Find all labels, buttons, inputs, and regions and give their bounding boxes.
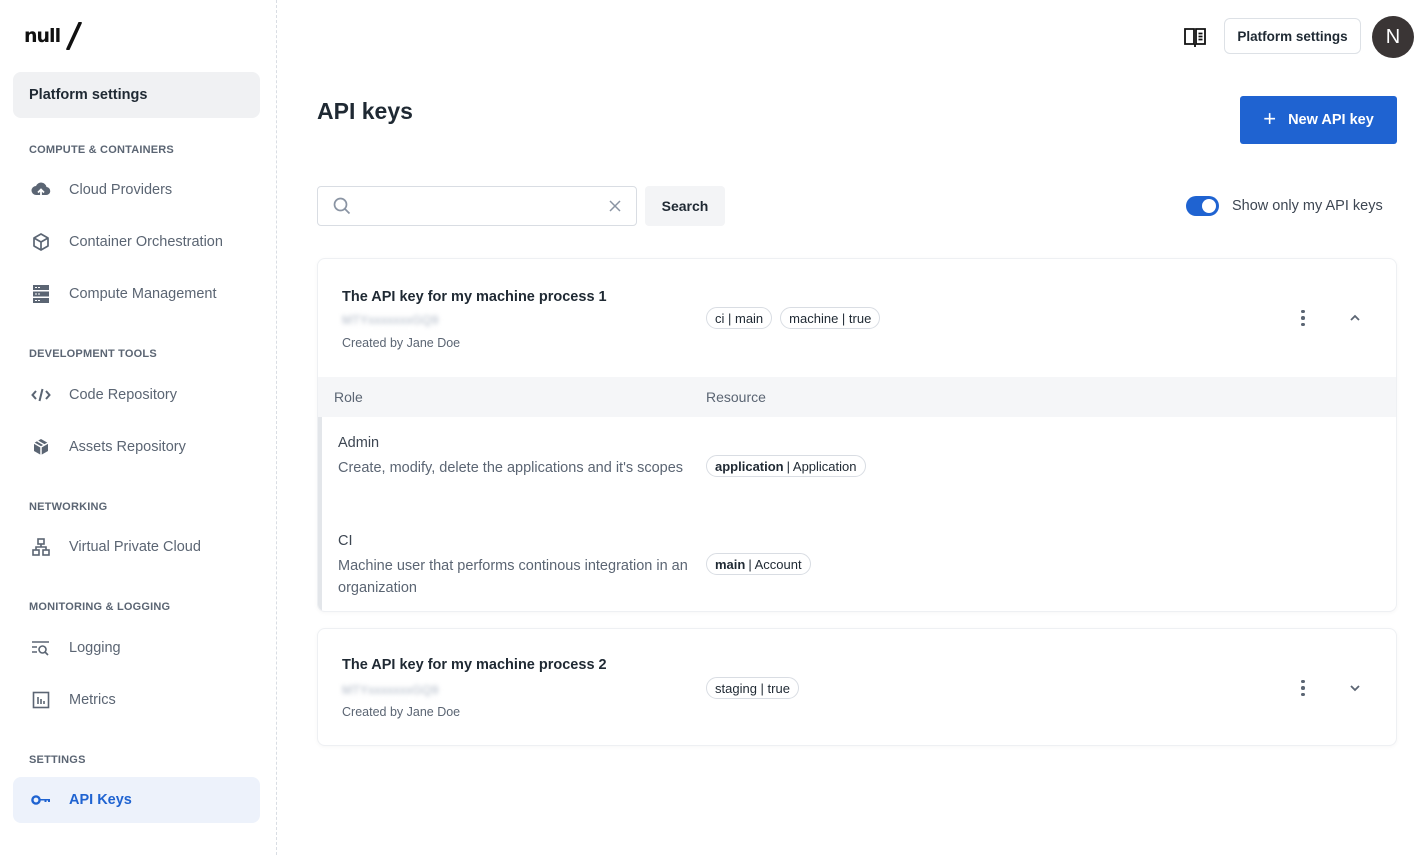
- sidebar-item-label: Logging: [69, 640, 121, 656]
- sidebar-item-logging[interactable]: Logging: [13, 625, 260, 671]
- more-options-icon[interactable]: [1293, 307, 1313, 329]
- code-icon: [29, 383, 53, 407]
- page-title: API keys: [317, 98, 413, 124]
- sidebar-item-api-keys[interactable]: API Keys: [13, 777, 260, 823]
- sidebar-item-metrics[interactable]: Metrics: [13, 677, 260, 723]
- column-resource: Resource: [706, 389, 766, 405]
- resource-tag: application | Application: [706, 455, 866, 477]
- resource-id: main: [715, 556, 746, 572]
- sidebar-item-cloud-providers[interactable]: Cloud Providers: [13, 167, 260, 213]
- chevron-down-icon[interactable]: [1346, 679, 1364, 697]
- sidebar-item-label: Cloud Providers: [69, 182, 173, 198]
- section-monitoring-logging: MONITORING & LOGGING: [29, 601, 171, 613]
- role-name: CI: [338, 533, 353, 549]
- book-icon[interactable]: [1183, 26, 1207, 48]
- sidebar-item-assets-repository[interactable]: Assets Repository: [13, 424, 260, 470]
- plus-icon: +: [1263, 106, 1277, 131]
- network-icon: [29, 535, 53, 559]
- sidebar-item-label: Compute Management: [69, 286, 217, 302]
- sidebar-item-label: Assets Repository: [69, 439, 186, 455]
- api-key-tags: ci | main machine | true: [706, 307, 881, 329]
- section-settings: SETTINGS: [29, 754, 86, 766]
- sidebar-item-label: Container Orchestration: [69, 234, 223, 250]
- server-icon: [29, 282, 53, 306]
- roles-table-body: Admin Create, modify, delete the applica…: [318, 417, 1396, 611]
- section-development-tools: DEVELOPMENT TOOLS: [29, 348, 157, 360]
- new-api-key-label: New API key: [1288, 112, 1374, 128]
- role-description: Create, modify, delete the applications …: [338, 460, 684, 476]
- toggle-knob: [1202, 199, 1216, 213]
- sidebar-item-label: API Keys: [69, 792, 132, 808]
- api-key-name: The API key for my machine process 2: [342, 657, 607, 673]
- sidebar-platform-settings[interactable]: Platform settings: [13, 72, 260, 118]
- chevron-up-icon[interactable]: [1346, 309, 1364, 327]
- api-key-created-by: Created by Jane Doe: [342, 705, 461, 719]
- roles-table-header: Role Resource: [318, 377, 1396, 417]
- new-api-key-button[interactable]: + New API key: [1240, 96, 1397, 144]
- api-key-masked: MTYxxxxxxxGQ9: [342, 313, 439, 327]
- svg-text:null: null: [24, 25, 60, 47]
- key-icon: [29, 788, 53, 812]
- api-key-card: The API key for my machine process 1 MTY…: [317, 258, 1397, 612]
- api-key-card: The API key for my machine process 2 MTY…: [317, 628, 1397, 746]
- search-field: [317, 186, 637, 226]
- resource-id: application: [715, 458, 784, 474]
- table-row: Admin Create, modify, delete the applica…: [322, 417, 1396, 515]
- api-key-created-by: Created by Jane Doe: [342, 336, 461, 350]
- sidebar-item-virtual-private-cloud[interactable]: Virtual Private Cloud: [13, 524, 260, 570]
- search-input[interactable]: [360, 187, 606, 225]
- role-description: Machine user that performs continous int…: [338, 558, 688, 596]
- cube-icon: [29, 230, 53, 254]
- resource-type: | Application: [786, 458, 857, 474]
- tag: machine | true: [780, 307, 881, 329]
- sidebar-item-container-orchestration[interactable]: Container Orchestration: [13, 219, 260, 265]
- package-icon: [29, 435, 53, 459]
- avatar[interactable]: N: [1372, 16, 1414, 58]
- api-key-card-header[interactable]: The API key for my machine process 2 MTY…: [318, 629, 1396, 745]
- api-key-masked: MTYxxxxxxxGQ9: [342, 683, 439, 697]
- show-only-mine-toggle-group: Show only my API keys: [1186, 196, 1383, 216]
- role-name: Admin: [338, 435, 380, 451]
- table-row: CI Machine user that performs continous …: [322, 515, 1396, 611]
- api-key-tags: staging | true: [706, 677, 799, 699]
- api-key-card-header[interactable]: The API key for my machine process 1 MTY…: [318, 259, 1396, 377]
- toggle-label: Show only my API keys: [1232, 198, 1383, 214]
- section-compute-containers: COMPUTE & CONTAINERS: [29, 144, 174, 156]
- cloud-upload-icon: [29, 178, 53, 202]
- more-options-icon[interactable]: [1293, 677, 1313, 699]
- sidebar-item-label: Metrics: [69, 692, 116, 708]
- tag: ci | main: [706, 307, 773, 329]
- section-networking: NETWORKING: [29, 501, 108, 513]
- sidebar-item-code-repository[interactable]: Code Repository: [13, 372, 260, 418]
- search-button[interactable]: Search: [645, 186, 725, 226]
- sidebar: null Platform settings COMPUTE & CONTAIN…: [0, 0, 277, 855]
- api-key-name: The API key for my machine process 1: [342, 289, 607, 305]
- clear-icon[interactable]: [606, 197, 624, 215]
- resource-type: | Account: [748, 556, 802, 572]
- search-icon: [332, 196, 352, 216]
- platform-settings-button[interactable]: Platform settings: [1224, 18, 1361, 54]
- log-search-icon: [29, 636, 53, 660]
- sidebar-item-compute-management[interactable]: Compute Management: [13, 271, 260, 317]
- tag: staging | true: [706, 677, 799, 699]
- brand-logo[interactable]: null: [24, 21, 82, 55]
- resource-tag: main | Account: [706, 553, 811, 575]
- sidebar-item-label: Virtual Private Cloud: [69, 539, 201, 555]
- sidebar-item-label: Code Repository: [69, 387, 177, 403]
- column-role: Role: [334, 389, 363, 405]
- show-only-mine-toggle[interactable]: [1186, 196, 1219, 216]
- bar-chart-icon: [29, 688, 53, 712]
